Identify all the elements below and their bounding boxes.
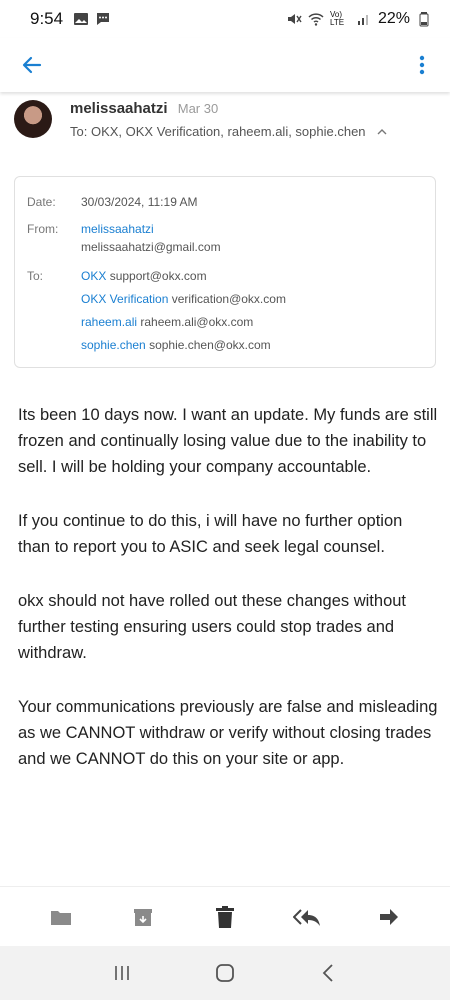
signal-icon bbox=[357, 15, 368, 25]
status-bar: 9:54 Vo) LTE 22% bbox=[0, 0, 450, 38]
battery-percentage: 22% bbox=[377, 10, 410, 27]
sender-name[interactable]: melissaahatzi bbox=[70, 100, 168, 117]
status-left: 9:54 bbox=[30, 9, 111, 29]
from-name[interactable]: melissaahatzi bbox=[81, 222, 154, 236]
message-action-bar bbox=[0, 886, 450, 946]
battery-icon bbox=[419, 12, 429, 27]
to-label: To: bbox=[27, 269, 44, 283]
back-button[interactable] bbox=[20, 53, 44, 77]
folder-icon bbox=[51, 910, 71, 925]
recipients-text: To: OKX, OKX Verification, raheem.ali, s… bbox=[70, 124, 366, 139]
forward-button[interactable] bbox=[374, 902, 404, 932]
home-button[interactable] bbox=[212, 960, 238, 986]
message-date: Mar 30 bbox=[177, 101, 219, 116]
date-value: 30/03/2024, 11:19 AM bbox=[81, 195, 198, 209]
recipient-email: sophie.chen@okx.com bbox=[149, 338, 271, 352]
recipient-item[interactable]: OKX Verification verification@okx.com bbox=[81, 292, 286, 306]
app-bar bbox=[0, 38, 450, 92]
chevron-up-icon[interactable] bbox=[376, 126, 388, 138]
message-body: Its been 10 days now. I want an update. … bbox=[18, 402, 438, 800]
archive-icon bbox=[134, 908, 152, 926]
status-right: Vo) LTE 22% bbox=[286, 10, 432, 28]
gallery-icon bbox=[74, 13, 89, 25]
message-icon bbox=[97, 13, 110, 25]
reply-all-button[interactable] bbox=[292, 902, 322, 932]
more-options-button[interactable] bbox=[410, 53, 434, 77]
body-paragraph: okx should not have rolled out these cha… bbox=[18, 592, 407, 662]
network-label: Vo) LTE bbox=[329, 10, 345, 27]
recipients-summary[interactable]: To: OKX, OKX Verification, raheem.ali, s… bbox=[70, 124, 388, 139]
recipient-name: sophie.chen bbox=[81, 338, 146, 352]
recipient-name: raheem.ali bbox=[81, 315, 138, 329]
message-header: melissaahatzi Mar 30 To: OKX, OKX Verifi… bbox=[14, 98, 436, 158]
sender-line: melissaahatzi Mar 30 bbox=[70, 100, 218, 117]
trash-icon bbox=[216, 905, 234, 928]
status-time: 9:54 bbox=[30, 9, 64, 28]
delete-button[interactable] bbox=[210, 902, 240, 932]
mute-icon bbox=[287, 14, 302, 24]
arrow-left-icon bbox=[22, 56, 42, 74]
home-icon bbox=[216, 964, 234, 982]
forward-icon bbox=[380, 908, 398, 925]
chevron-left-icon bbox=[323, 964, 333, 982]
body-paragraph: Your communications previously are false… bbox=[18, 698, 438, 768]
recipient-email: raheem.ali@okx.com bbox=[140, 315, 254, 329]
recipient-name: OKX Verification bbox=[81, 292, 169, 306]
recent-apps-icon bbox=[114, 966, 129, 980]
avatar[interactable] bbox=[14, 100, 52, 138]
body-paragraph: If you continue to do this, i will have … bbox=[18, 512, 403, 556]
recent-apps-button[interactable] bbox=[109, 960, 135, 986]
from-email: melissaahatzi@gmail.com bbox=[81, 240, 221, 254]
from-label: From: bbox=[27, 222, 59, 236]
reply-all-icon bbox=[293, 908, 320, 926]
recipient-item[interactable]: OKX support@okx.com bbox=[81, 269, 207, 283]
wifi-icon bbox=[308, 13, 324, 26]
system-nav-bar bbox=[0, 946, 450, 1000]
archive-button[interactable] bbox=[128, 902, 158, 932]
recipient-name: OKX bbox=[81, 269, 107, 283]
move-to-folder-button[interactable] bbox=[46, 902, 76, 932]
recipient-email: verification@okx.com bbox=[171, 292, 286, 306]
more-vertical-icon bbox=[419, 55, 425, 75]
message-details: Date: 30/03/2024, 11:19 AM From: melissa… bbox=[14, 176, 436, 368]
back-nav-button[interactable] bbox=[315, 960, 341, 986]
body-paragraph: Its been 10 days now. I want an update. … bbox=[18, 406, 438, 476]
recipient-email: support@okx.com bbox=[109, 269, 207, 283]
date-label: Date: bbox=[27, 195, 56, 209]
recipient-item[interactable]: sophie.chen sophie.chen@okx.com bbox=[81, 338, 271, 352]
recipient-item[interactable]: raheem.ali raheem.ali@okx.com bbox=[81, 315, 253, 329]
